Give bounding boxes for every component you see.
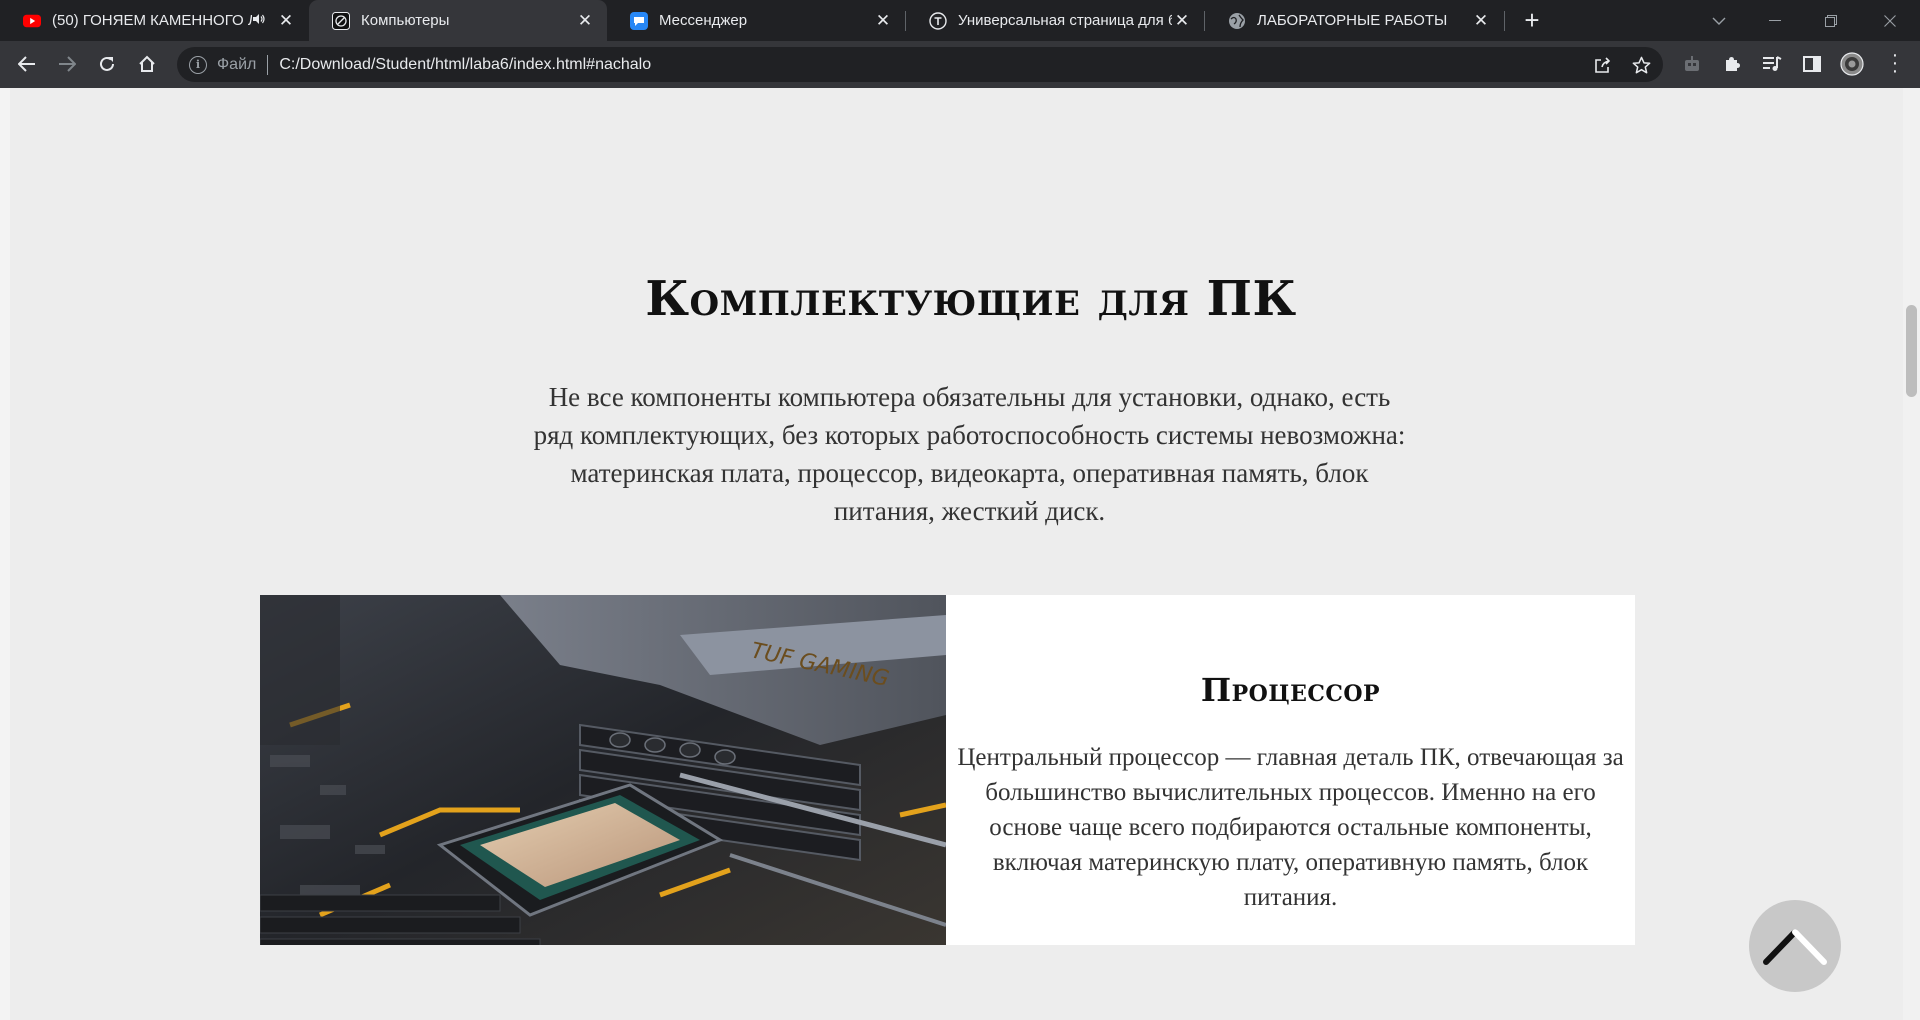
processor-image: TUF GAMING: [260, 595, 946, 945]
new-tab-button[interactable]: +: [1518, 5, 1546, 35]
scroll-to-top-button[interactable]: [1749, 900, 1841, 992]
address-bar[interactable]: i Файл C:/Download/Student/html/laba6/in…: [177, 47, 1663, 82]
close-tab-icon[interactable]: ✕: [873, 11, 893, 31]
processor-card-body: Процессор Центральный процессор — главна…: [946, 595, 1635, 945]
reload-button[interactable]: [92, 49, 122, 79]
tab-universal-page[interactable]: Универсальная страница для бл ✕: [906, 0, 1204, 41]
tab-search-chevron-icon[interactable]: [1691, 0, 1747, 41]
scheme-label: Файл: [217, 55, 257, 73]
close-tab-icon[interactable]: ✕: [1172, 11, 1192, 31]
tab-youtube[interactable]: (50) ГОНЯЕМ КАМЕННОГО Л ✕: [0, 0, 308, 41]
component-card-processor: TUF GAMING Процессор Центральный процесс…: [260, 595, 1635, 945]
tab-title: Мессенджер: [659, 12, 748, 29]
tab-strip: (50) ГОНЯЕМ КАМЕННОГО Л ✕ Компьютеры ✕ М…: [0, 0, 1920, 41]
bookmark-star-icon[interactable]: [1628, 52, 1654, 78]
tab-computers[interactable]: Компьютеры ✕: [309, 0, 607, 41]
close-tab-icon[interactable]: ✕: [575, 11, 595, 31]
page-scrollbar[interactable]: [1903, 88, 1920, 1020]
section-title: Комплектующие для ПК: [645, 271, 1297, 327]
site-info-icon[interactable]: i: [189, 55, 207, 74]
media-controls-icon[interactable]: [1758, 50, 1786, 78]
globe-icon: [1228, 12, 1246, 30]
close-window-button[interactable]: [1862, 0, 1918, 41]
close-tab-icon[interactable]: ✕: [1471, 11, 1491, 31]
minimize-button[interactable]: [1747, 0, 1803, 41]
browser-menu-icon[interactable]: · · ·: [1890, 45, 1900, 81]
chevron-up-icon: [1763, 929, 1827, 965]
extension-robot-icon[interactable]: [1678, 50, 1706, 78]
back-button[interactable]: [12, 49, 42, 79]
tab-title: ЛАБОРАТОРНЫЕ РАБОТЫ: [1257, 12, 1448, 29]
address-divider: [267, 54, 269, 75]
card-title: Процессор: [1200, 671, 1381, 709]
share-icon[interactable]: [1590, 52, 1616, 78]
extensions-puzzle-icon[interactable]: [1718, 50, 1746, 78]
page-logo-icon: [332, 11, 350, 30]
tab-title: (50) ГОНЯЕМ КАМЕННОГО Л: [52, 12, 252, 29]
tab-title: Универсальная страница для бл: [958, 12, 1172, 29]
tab-separator: [1504, 11, 1505, 31]
tilda-icon: [929, 11, 947, 30]
speaker-icon[interactable]: [252, 13, 266, 28]
home-button[interactable]: [132, 49, 162, 79]
restore-button[interactable]: [1803, 0, 1859, 41]
forward-button[interactable]: [52, 49, 82, 79]
tab-title: Компьютеры: [361, 12, 450, 29]
card-description: Центральный процессор — главная деталь П…: [957, 744, 1624, 911]
youtube-icon: [23, 12, 41, 30]
page-viewport: Комплектующие для ПК Не все компоненты к…: [0, 88, 1903, 1020]
messenger-icon: [630, 11, 648, 30]
page-left-edge: [0, 88, 10, 1020]
browser-toolbar: i Файл C:/Download/Student/html/laba6/in…: [0, 41, 1920, 88]
tab-messenger[interactable]: Мессенджер ✕: [607, 0, 905, 41]
url-text[interactable]: C:/Download/Student/html/laba6/index.htm…: [279, 56, 651, 74]
close-tab-icon[interactable]: ✕: [276, 11, 296, 31]
side-panel-icon[interactable]: [1798, 50, 1826, 78]
tab-lab-works[interactable]: ЛАБОРАТОРНЫЕ РАБОТЫ ✕: [1205, 0, 1503, 41]
profile-avatar[interactable]: [1838, 50, 1866, 78]
scrollbar-thumb[interactable]: [1906, 305, 1917, 397]
section-lead-text: Не все компоненты компьютера обязательны…: [533, 382, 1406, 526]
